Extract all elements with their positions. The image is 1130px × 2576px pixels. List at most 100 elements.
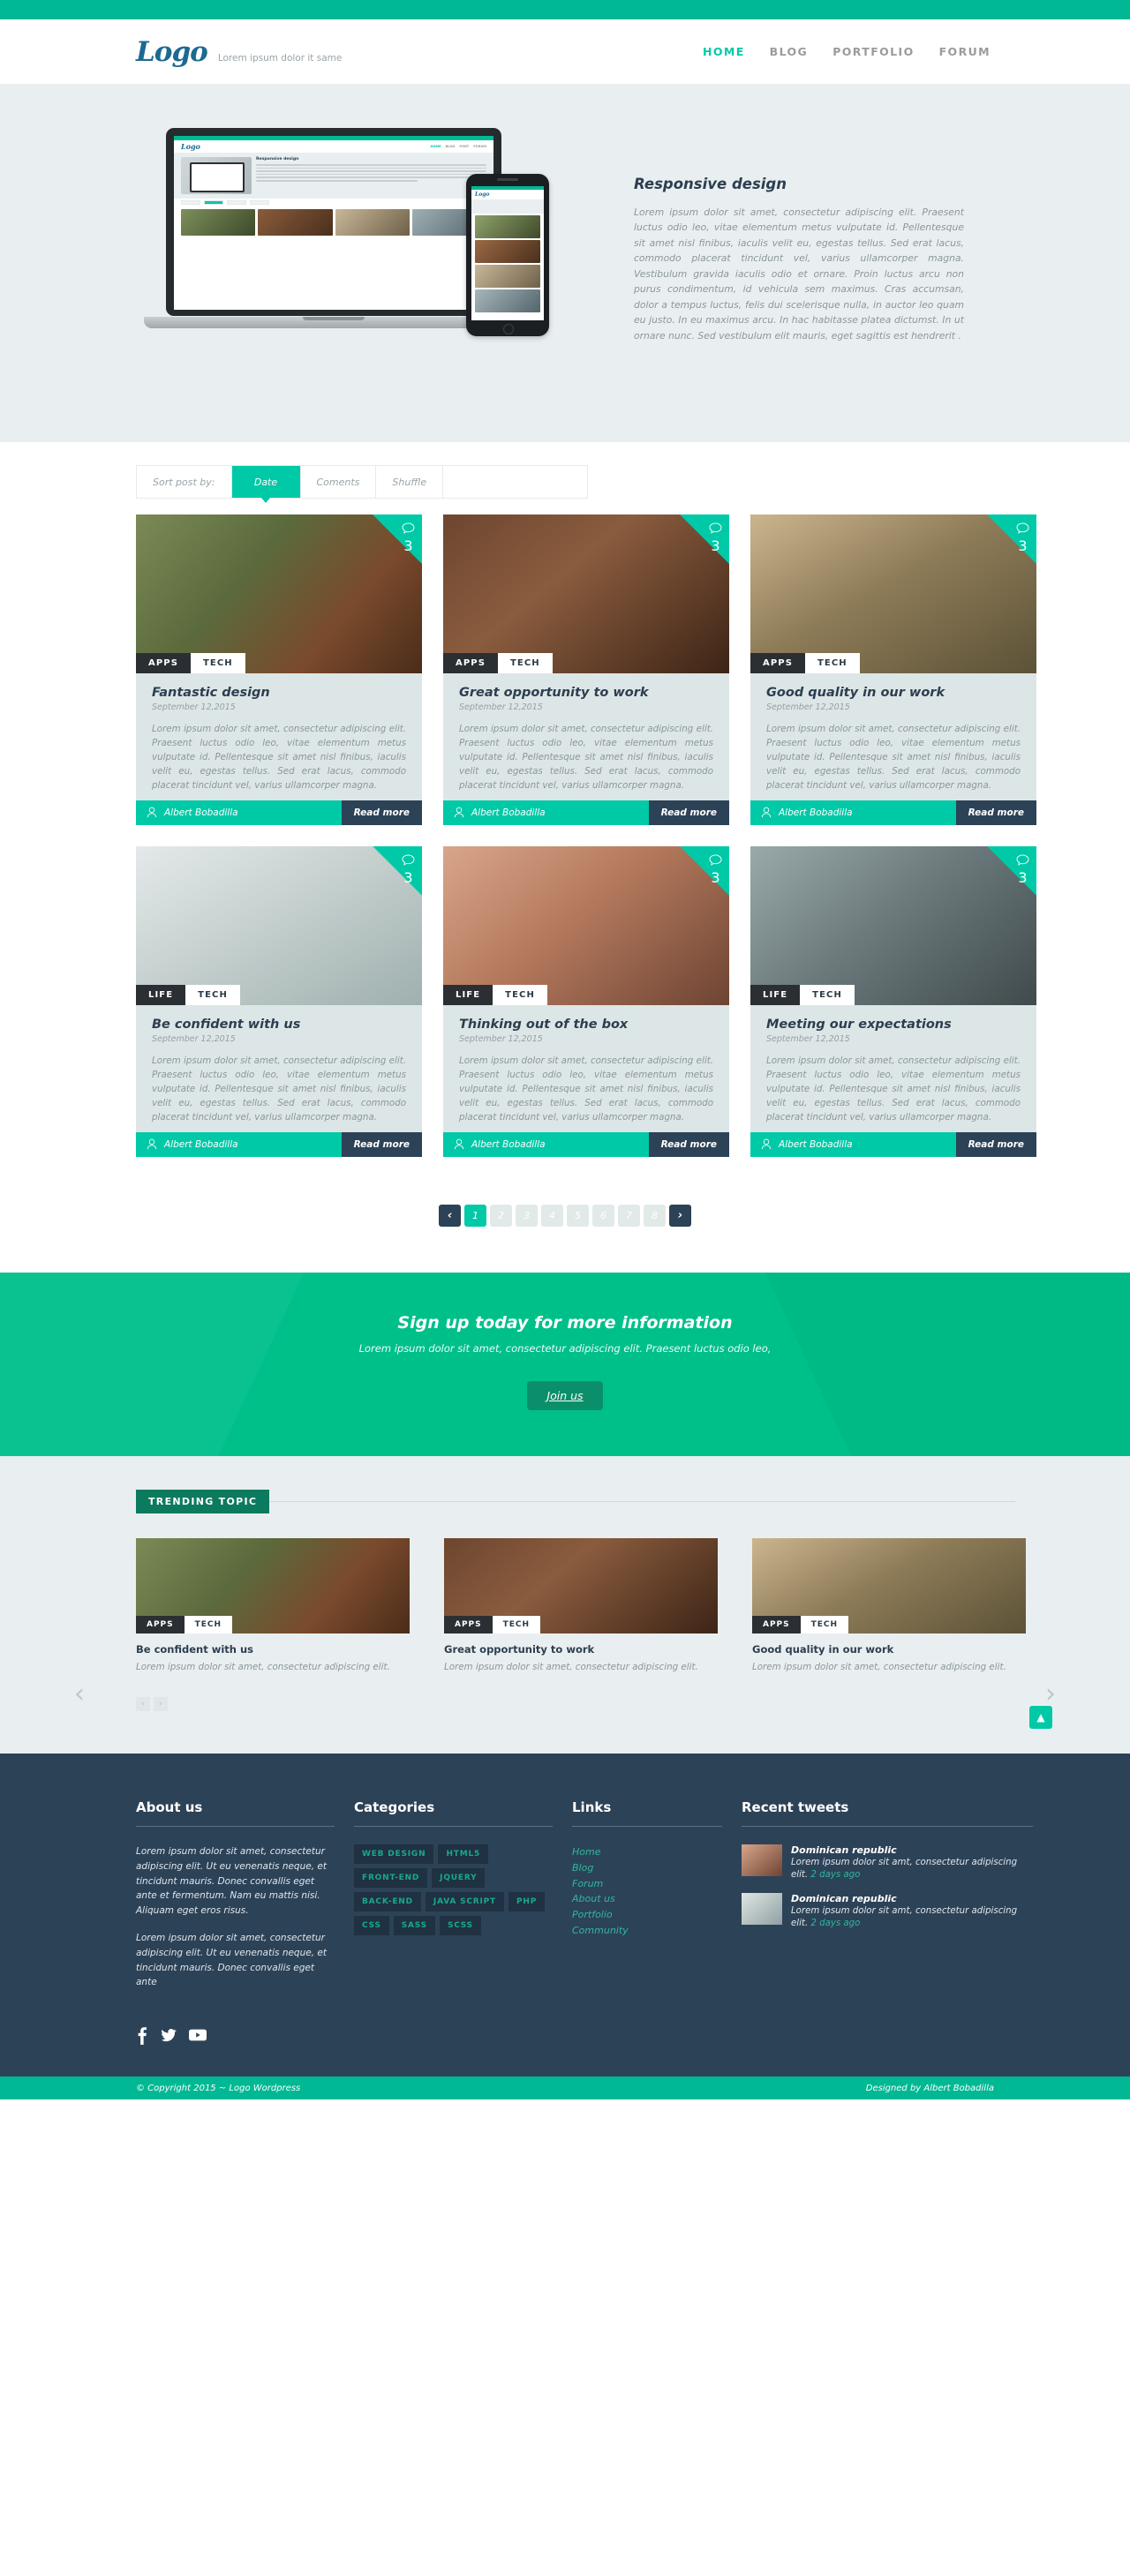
footer-link-forum[interactable]: Forum xyxy=(572,1876,722,1892)
pagination-page-5[interactable]: 5 xyxy=(567,1204,589,1227)
pagination-page-6[interactable]: 6 xyxy=(592,1204,614,1227)
category-tag[interactable]: PHP xyxy=(508,1891,546,1911)
trending-card[interactable]: APPS TECH Great opportunity to work Lorem i… xyxy=(444,1537,718,1674)
post-title[interactable]: Meeting our expectations xyxy=(766,1018,1021,1032)
post-tag[interactable]: TECH xyxy=(493,984,547,1005)
post-card[interactable]: 3 LIFE TECH Be confident with us September 1… xyxy=(136,845,422,1157)
post-tag[interactable]: APPS xyxy=(443,653,498,673)
footer-link-portfolio[interactable]: Portfolio xyxy=(572,1907,722,1923)
trending-card[interactable]: APPS TECH Be confident with us Lorem ipsum … xyxy=(136,1537,410,1674)
comment-bubble-icon xyxy=(1016,522,1029,534)
post-tag[interactable]: TECH xyxy=(185,984,240,1005)
post-card[interactable]: 3 APPS TECH Fantastic design September 12,20… xyxy=(136,514,422,825)
post-tag[interactable]: TECH xyxy=(191,653,245,673)
post-card[interactable]: 3 LIFE TECH Thinking out of the box Septembe… xyxy=(443,845,729,1157)
post-title[interactable]: Good quality in our work xyxy=(766,686,1021,700)
trending-tag[interactable]: APPS xyxy=(444,1615,493,1633)
post-tag[interactable]: TECH xyxy=(800,984,855,1005)
category-tag[interactable]: BACK-END xyxy=(354,1891,421,1911)
tweet-item[interactable]: Dominican republic Lorem ipsum dolor sit … xyxy=(742,1844,1033,1882)
post-body: Meeting our expectations September 12,201… xyxy=(750,1005,1036,1132)
trending-tag[interactable]: TECH xyxy=(492,1615,541,1633)
read-more-button[interactable]: Read more xyxy=(341,800,422,825)
category-tag[interactable]: SCSS xyxy=(439,1915,481,1935)
footer-link-home[interactable]: Home xyxy=(572,1844,722,1860)
pagination-next[interactable]: › xyxy=(669,1204,691,1227)
trending-tag[interactable]: APPS xyxy=(752,1615,801,1633)
category-tag[interactable]: HTML5 xyxy=(438,1844,489,1864)
post-title[interactable]: Be confident with us xyxy=(152,1018,406,1032)
carousel-next-arrow[interactable]: › xyxy=(1045,1679,1056,1709)
post-tag[interactable]: LIFE xyxy=(136,984,186,1005)
category-tag[interactable]: WEB DESIGN xyxy=(354,1844,434,1864)
post-tag[interactable]: LIFE xyxy=(443,984,493,1005)
footer-tweets-title: Recent tweets xyxy=(742,1799,849,1815)
nav-item-home[interactable]: HOME xyxy=(703,45,745,58)
carousel-prev-arrow[interactable]: ‹ xyxy=(74,1679,85,1709)
youtube-icon[interactable] xyxy=(189,2025,207,2048)
trending-title[interactable]: Be confident with us xyxy=(136,1643,410,1656)
post-card[interactable]: 3 LIFE TECH Meeting our expectations Septemb… xyxy=(750,845,1036,1157)
trending-tag[interactable]: TECH xyxy=(800,1615,849,1633)
pagination-page-4[interactable]: 4 xyxy=(541,1204,563,1227)
user-icon xyxy=(454,1138,464,1150)
nav-item-forum[interactable]: FORUM xyxy=(939,45,991,58)
nav-item-blog[interactable]: BLOG xyxy=(770,45,809,58)
read-more-button[interactable]: Read more xyxy=(955,800,1036,825)
footer-link-about-us[interactable]: About us xyxy=(572,1891,722,1907)
trending-prev-dot[interactable]: ‹ xyxy=(136,1696,150,1711)
read-more-button[interactable]: Read more xyxy=(955,1131,1036,1157)
trending-tag[interactable]: TECH xyxy=(184,1615,233,1633)
post-tags: APPS TECH xyxy=(443,653,553,673)
sort-option-coments[interactable]: Coments xyxy=(301,466,377,498)
trending-title[interactable]: Good quality in our work xyxy=(752,1643,1026,1656)
post-card[interactable]: 3 APPS TECH Good quality in our work Septemb… xyxy=(750,514,1036,825)
phone-mockup: Logo xyxy=(466,174,549,336)
post-tags: APPS TECH xyxy=(136,653,245,673)
signup-title: Sign up today for more information xyxy=(397,1312,733,1333)
twitter-icon[interactable] xyxy=(161,2025,177,2048)
post-title[interactable]: Fantastic design xyxy=(152,686,406,700)
read-more-button[interactable]: Read more xyxy=(341,1131,422,1157)
pagination-page-3[interactable]: 3 xyxy=(516,1204,538,1227)
brand[interactable]: Logo Lorem ipsum dolor it same xyxy=(113,36,342,68)
post-title[interactable]: Great opportunity to work xyxy=(459,686,713,700)
logo[interactable]: Logo xyxy=(136,36,208,68)
trending-next-dot[interactable]: › xyxy=(154,1696,168,1711)
trending-card[interactable]: APPS TECH Good quality in our work Lorem ip… xyxy=(752,1537,1026,1674)
trending-title[interactable]: Great opportunity to work xyxy=(444,1643,718,1656)
trending-badge: TRENDING TOPIC xyxy=(136,1489,270,1513)
sort-option-shuffle[interactable]: Shuffle xyxy=(376,466,444,498)
post-thumbnail: 3 APPS TECH xyxy=(136,514,422,673)
footer-link-blog[interactable]: Blog xyxy=(572,1860,722,1876)
category-tag[interactable]: JQUERY xyxy=(432,1867,486,1888)
category-tag[interactable]: SASS xyxy=(393,1915,435,1935)
signup-subtitle: Lorem ipsum dolor sit amet, consectetur … xyxy=(358,1341,772,1355)
post-tag[interactable]: TECH xyxy=(498,653,553,673)
nav-item-portfolio[interactable]: PORTFOLIO xyxy=(832,45,914,58)
post-tag[interactable]: APPS xyxy=(750,653,805,673)
pagination-prev[interactable]: ‹ xyxy=(439,1204,461,1227)
sort-option-date[interactable]: Date xyxy=(231,466,301,503)
post-tag[interactable]: TECH xyxy=(805,653,860,673)
trending-tag[interactable]: APPS xyxy=(136,1615,185,1633)
post-title[interactable]: Thinking out of the box xyxy=(459,1018,713,1032)
post-card[interactable]: 3 APPS TECH Great opportunity to work Septem… xyxy=(443,514,729,825)
tweet-body: Dominican republic Lorem ipsum dolor sit … xyxy=(791,1844,1033,1882)
post-tag[interactable]: APPS xyxy=(136,653,191,673)
pagination-page-7[interactable]: 7 xyxy=(618,1204,640,1227)
category-tag[interactable]: CSS xyxy=(354,1915,389,1935)
read-more-button[interactable]: Read more xyxy=(648,800,729,825)
footer-link-community[interactable]: Community xyxy=(572,1923,722,1939)
scroll-to-top-button[interactable]: ▲ xyxy=(1029,1705,1052,1729)
tweet-item[interactable]: Dominican republic Lorem ipsum dolor sit … xyxy=(742,1892,1033,1931)
category-tag[interactable]: JAVA SCRIPT xyxy=(425,1891,504,1911)
category-tag[interactable]: FRONT-END xyxy=(354,1867,428,1888)
pagination-page-2[interactable]: 2 xyxy=(490,1204,512,1227)
pagination-page-8[interactable]: 8 xyxy=(644,1204,666,1227)
facebook-icon[interactable] xyxy=(136,2025,148,2048)
read-more-button[interactable]: Read more xyxy=(648,1131,729,1157)
pagination-page-1[interactable]: 1 xyxy=(464,1204,486,1227)
post-tag[interactable]: LIFE xyxy=(750,984,801,1005)
join-us-button[interactable]: Join us xyxy=(527,1380,603,1410)
